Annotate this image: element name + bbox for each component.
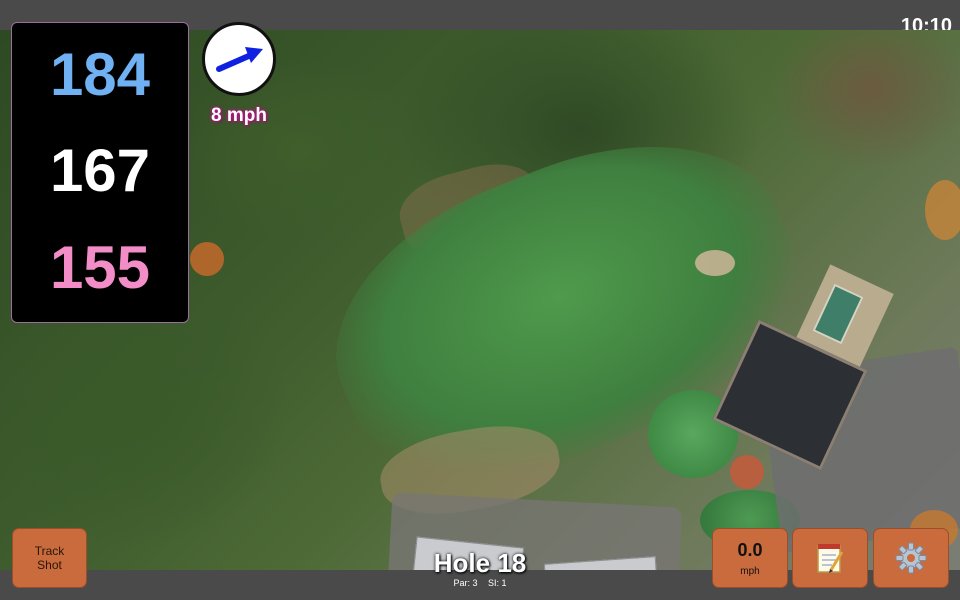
distance-panel: 184 167 155 (11, 22, 189, 323)
notepad-icon (817, 544, 844, 573)
back-distance: 184 (49, 41, 151, 108)
wind-arrow-icon (216, 47, 263, 72)
speed-value: 0.0 (737, 539, 763, 560)
track-shot-button[interactable]: Track Shot (12, 528, 87, 588)
tree (730, 455, 764, 489)
gear-icon (895, 542, 927, 574)
hole-stroke-index: SI: 1 (488, 578, 507, 588)
settings-button[interactable] (873, 528, 949, 588)
middle-distance: 167 (49, 137, 151, 204)
speed-button[interactable]: 0.0 mph (712, 528, 788, 588)
speed-unit: mph (740, 565, 760, 577)
wind-indicator (202, 22, 276, 96)
hole-details: Par: 3 SI: 1 (380, 578, 580, 588)
bunker (695, 250, 735, 276)
hole-title: Hole 18 (433, 548, 527, 578)
tree (190, 242, 224, 276)
front-distance: 155 (49, 234, 151, 301)
tree (925, 180, 960, 240)
track-shot-label-line1: Track (34, 544, 65, 558)
wind-speed: 8 mph (211, 105, 267, 126)
notes-button[interactable] (792, 528, 868, 588)
hole-par: Par: 3 (453, 578, 478, 588)
track-shot-label-line2: Shot (37, 558, 62, 572)
